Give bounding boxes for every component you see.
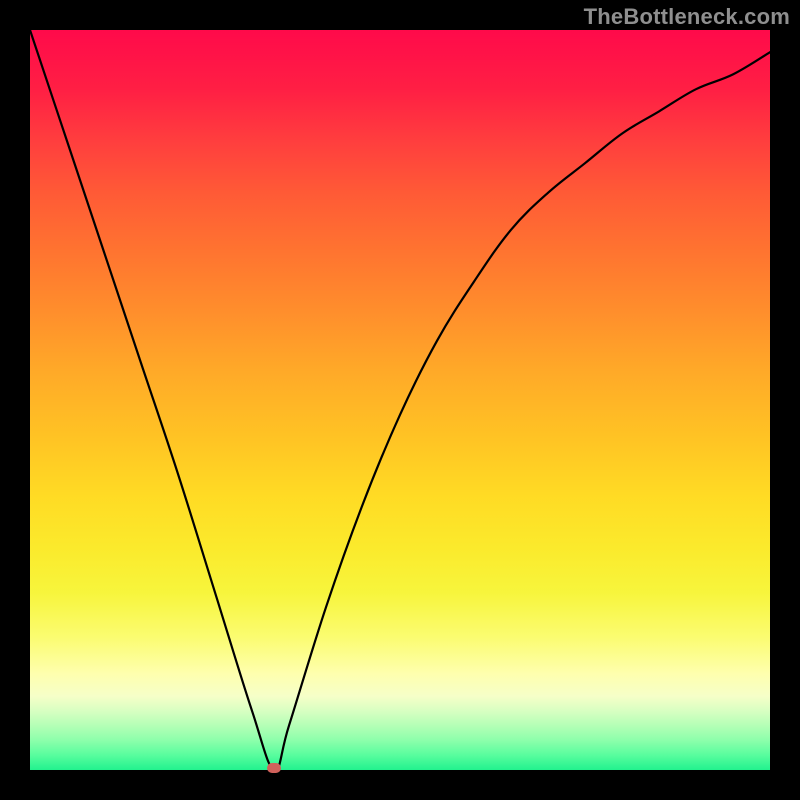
plot-area: [30, 30, 770, 770]
chart-frame: TheBottleneck.com: [0, 0, 800, 800]
watermark-text: TheBottleneck.com: [584, 4, 790, 30]
bottleneck-curve: [30, 30, 770, 770]
optimal-point-marker: [267, 763, 281, 773]
